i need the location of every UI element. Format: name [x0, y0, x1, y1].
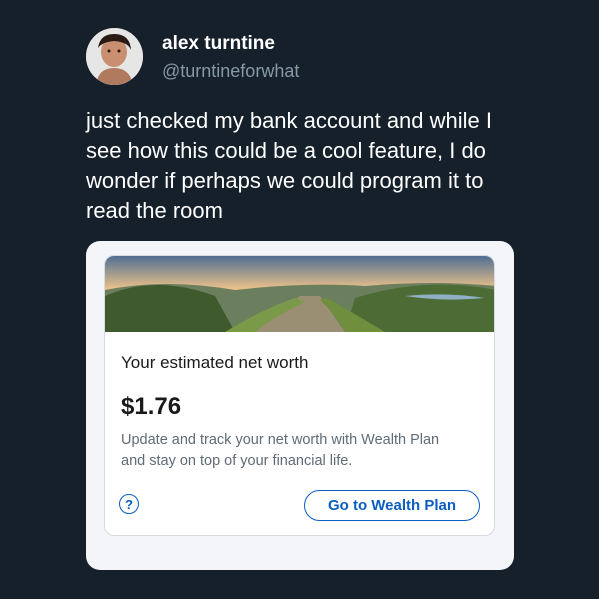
- tweet-text: just checked my bank account and while I…: [86, 108, 493, 223]
- avatar-image: [86, 28, 143, 85]
- question-circle-icon[interactable]: ?: [119, 494, 139, 514]
- avatar[interactable]: [86, 28, 143, 85]
- net-worth-card: Your estimated net worth $1.76 Update an…: [104, 255, 495, 536]
- go-to-wealth-plan-button[interactable]: Go to Wealth Plan: [304, 490, 480, 521]
- display-name[interactable]: alex turntine: [162, 33, 275, 55]
- net-worth-description: Update and track your net worth with Wea…: [121, 432, 440, 469]
- net-worth-amount: $1.76: [121, 393, 182, 420]
- landscape-banner-image: [105, 256, 494, 332]
- net-worth-heading: Your estimated net worth: [121, 353, 309, 372]
- user-handle[interactable]: @turntineforwhat: [162, 61, 299, 82]
